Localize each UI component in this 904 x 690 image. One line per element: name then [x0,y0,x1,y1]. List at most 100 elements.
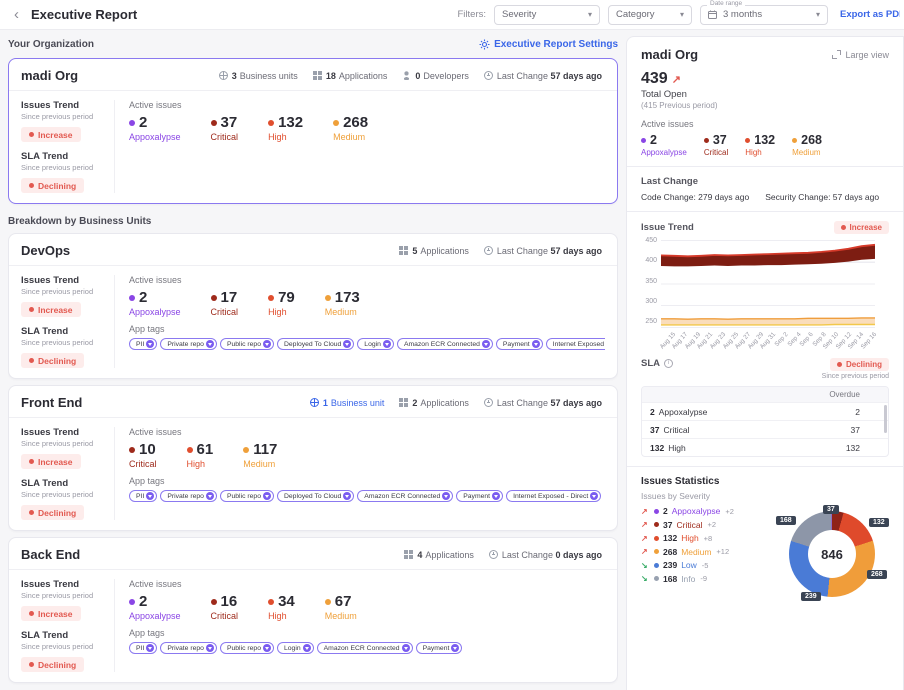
app-tag[interactable]: Payment [496,338,543,350]
x-axis-label: Sep 16 [862,330,875,354]
declining-badge: Declining [830,358,889,371]
app-tag[interactable]: Payment [456,490,503,502]
your-organization-label: Your Organization [8,39,94,50]
active-issues-block: Active issues 10 Critical 61 High [115,427,605,520]
trend-arrow-icon [641,574,650,583]
card-title: Back End [21,547,80,562]
donut-label-low: 239 [801,592,821,601]
app-tag[interactable]: Deployed To Cloud [277,490,354,502]
last-change-label: Last Change [641,176,889,187]
total-open-value: 439 [641,70,668,88]
chevron-down-icon: ▾ [588,10,592,19]
previous-period-label: (415 Previous period) [641,101,889,110]
severity-filter-dropdown[interactable]: Severity ▾ [494,5,600,25]
info-icon[interactable] [664,359,673,368]
app-tag[interactable]: Private repo [160,338,217,350]
app-tag[interactable]: Public repo [220,642,274,654]
app-tag[interactable]: Private repo [160,490,217,502]
table-scrollbar[interactable] [884,405,887,433]
severity-legend-item: 168 Info -9 [641,574,771,584]
meta-icon [404,550,413,559]
issues-statistics-title: Issues Statistics [641,476,889,487]
app-tag[interactable]: Login [357,338,394,350]
business-unit-card-frontend[interactable]: Front End 1Business unit 2Applications [8,385,618,531]
severity-legend-item: 239 Low -5 [641,560,771,570]
increase-badge: Increase [21,606,81,621]
app-tag[interactable]: Private repo [160,642,217,654]
severity-dot [654,576,659,581]
active-issues-row: 2 Appoxalypse 16 Critical 34 High [129,593,605,621]
org-card-title: madi Org [21,68,78,83]
app-tag[interactable]: PII [129,490,157,502]
tag-badge-icon [343,492,351,500]
app-tag[interactable]: Amazon ECR Connected [317,642,413,654]
panel-active-issues-row: 2 Appoxalypse 37 Critical 132 High 268 M… [641,133,889,157]
app-tag[interactable]: Internet Exposed - Direct [546,338,605,350]
business-unit-card-devops[interactable]: DevOps 5Applications Last Change 57 days… [8,233,618,379]
export-button[interactable]: Export as PDF [836,9,900,20]
severity-dot [325,599,331,605]
app-tag[interactable]: Public repo [220,338,274,350]
active-issues-block: Active issues 2 Appoxalypse 16 Critical [115,579,605,672]
business-unit-card-backend[interactable]: Back End 4Applications Last Change 0 day… [8,537,618,683]
app-tag[interactable]: PII [129,642,157,654]
severity-dot [325,295,331,301]
total-open-label: Total Open [641,89,889,100]
app-tags-row: PII Private repo Public repo Deployed To… [129,490,605,502]
app-tag[interactable]: Login [277,642,314,654]
issue-stat: 2 Appoxalypse [129,289,181,317]
security-change-value: Security Change: 57 days ago [765,192,879,202]
divider [627,466,903,467]
severity-legend-item: 268 Medium +12 [641,547,771,557]
code-change-value: Code Change: 279 days ago [641,192,749,202]
table-row: 132High 132 [642,438,888,456]
app-tag[interactable]: Deployed To Cloud [277,338,354,350]
active-issues-block: Active issues 2 Appoxalypse 37 Critical [115,100,605,193]
since-label: Since previous period [21,439,106,448]
severity-legend-item: 2 Appoxalypse +2 [641,506,771,516]
meta-icon [402,71,411,80]
card-body: Issues Trend Since previous period Incre… [9,266,617,378]
back-icon[interactable]: ‹ [10,7,23,22]
increase-badge: Increase [21,127,81,142]
issue-stat: 37 Critical [704,133,728,157]
card-title: Front End [21,395,82,410]
app-tag[interactable]: Amazon ECR Connected [397,338,493,350]
main-content: Your Organization Executive Report Setti… [0,30,904,690]
issue-stat: 16 Critical [211,593,239,621]
severity-legend-item: 37 Critical +2 [641,520,771,530]
org-card-meta: 3Business units 18Applications 0Develope… [219,71,605,81]
card-meta-item: 1Business unit [310,398,385,408]
table-row: 2Appoxalypse 2 [642,402,888,420]
active-issues-label: Active issues [129,579,605,589]
increase-badge: Increase [21,454,81,469]
tag-badge-icon [383,340,391,348]
org-card[interactable]: madi Org 3Business units 18Applications [8,58,618,204]
app-tag[interactable]: PII [129,338,157,350]
issue-stat: 2 Appoxalypse [129,593,181,621]
date-range-dropdown[interactable]: Date range 3 months ▾ [700,5,828,25]
clock-icon [489,550,498,559]
y-axis-tick: 300 [645,298,657,305]
breakdown-label: Breakdown by Business Units [8,216,618,227]
severity-dot [641,138,646,143]
declining-badge: Declining [21,178,84,193]
issues-trend-label: Issues Trend [21,275,106,286]
meta-icon [399,246,408,255]
severity-dot [129,120,135,126]
issues-trend-label: Issues Trend [21,427,106,438]
severity-dot [654,509,659,514]
category-filter-dropdown[interactable]: Category ▾ [608,5,692,25]
org-card-header: madi Org 3Business units 18Applications [9,59,617,91]
large-view-button[interactable]: Large view [832,50,889,60]
app-tag[interactable]: Internet Exposed - Direct [506,490,601,502]
tag-badge-icon [532,340,540,348]
app-tag[interactable]: Amazon ECR Connected [357,490,453,502]
app-tag[interactable]: Public repo [220,490,274,502]
severity-dot [654,563,659,568]
topbar-filters: Filters: Severity ▾ Category ▾ Date rang… [458,5,901,25]
sla-trend-label: SLA Trend [21,326,106,337]
report-settings-link[interactable]: Executive Report Settings [479,39,618,50]
trends-column: Issues Trend Since previous period Incre… [21,579,115,672]
app-tag[interactable]: Payment [416,642,463,654]
